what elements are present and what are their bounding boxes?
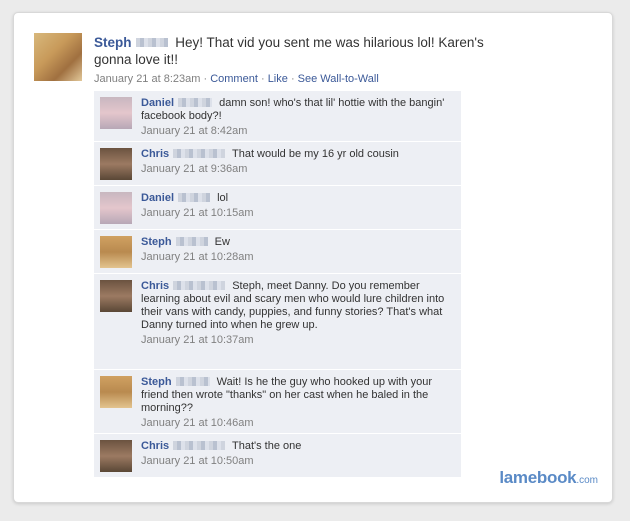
redacted-surname (173, 440, 226, 450)
comment-timestamp: January 21 at 10:50am (141, 455, 254, 467)
lamebook-logo: lamebook.com (499, 468, 598, 488)
comment-item: Chris Steph, meet Danny. Do you remember… (94, 274, 461, 370)
comment-text: Ew (214, 236, 230, 248)
comment-timestamp: January 21 at 10:15am (141, 207, 254, 219)
comment-author[interactable]: Daniel (141, 97, 174, 109)
comment-timestamp: January 21 at 10:28am (141, 251, 254, 263)
redacted-surname (178, 97, 213, 107)
separator: · (290, 73, 295, 85)
comment-text: lol (217, 192, 229, 204)
wall-to-wall-link[interactable]: See Wall-to-Wall (298, 73, 379, 85)
comment-item: Chris That would be my 16 yr old cousin … (94, 142, 461, 186)
logo-suffix: .com (576, 475, 598, 486)
avatar[interactable] (100, 376, 132, 408)
comment-item: Chris That's the one January 21 at 10:50… (94, 434, 461, 478)
separator: · (260, 73, 265, 85)
comment-timestamp: January 21 at 8:42am (141, 125, 248, 137)
post-timestamp: January 21 at 8:23am (94, 73, 201, 85)
redacted-surname (173, 280, 226, 290)
comment-item: Daniel damn son! who's that lil' hottie … (94, 91, 461, 142)
comment-text: That's the one (231, 440, 302, 452)
avatar[interactable] (100, 192, 132, 224)
logo-brand: lamebook (499, 468, 577, 487)
comment-link[interactable]: Comment (210, 73, 258, 85)
comment-author[interactable]: Chris (141, 148, 169, 160)
redacted-surname (135, 37, 168, 47)
comment-author[interactable]: Chris (141, 440, 169, 452)
comment-text: That would be my 16 yr old cousin (231, 148, 399, 160)
comment-timestamp: January 21 at 9:36am (141, 163, 248, 175)
redacted-surname (173, 148, 226, 158)
redacted-surname (175, 376, 210, 386)
avatar[interactable] (100, 280, 132, 312)
comment-author[interactable]: Steph (141, 236, 172, 248)
comment-item: Steph Wait! Is he the guy who hooked up … (94, 370, 461, 434)
wall-post: Steph Hey! That vid you sent me was hila… (94, 34, 524, 88)
comment-timestamp: January 21 at 10:37am (141, 334, 254, 346)
comment-timestamp: January 21 at 10:46am (141, 417, 254, 429)
comment-list: Daniel damn son! who's that lil' hottie … (94, 91, 461, 478)
comment-author[interactable]: Daniel (141, 192, 174, 204)
avatar[interactable] (100, 97, 132, 129)
comment-item: Daniel lol January 21 at 10:15am (94, 186, 461, 230)
avatar[interactable] (34, 33, 82, 81)
redacted-surname (178, 192, 211, 202)
comment-author[interactable]: Steph (141, 376, 172, 388)
avatar[interactable] (100, 440, 132, 472)
comment-item: Steph Ew January 21 at 10:28am (94, 230, 461, 274)
wall-post-card: Steph Hey! That vid you sent me was hila… (13, 12, 613, 503)
separator: · (203, 73, 208, 85)
post-meta: January 21 at 8:23am · Comment · Like · … (94, 71, 524, 88)
like-link[interactable]: Like (268, 73, 288, 85)
post-author[interactable]: Steph (94, 35, 132, 50)
redacted-surname (175, 236, 208, 246)
avatar[interactable] (100, 236, 132, 268)
comment-author[interactable]: Chris (141, 280, 169, 292)
avatar[interactable] (100, 148, 132, 180)
